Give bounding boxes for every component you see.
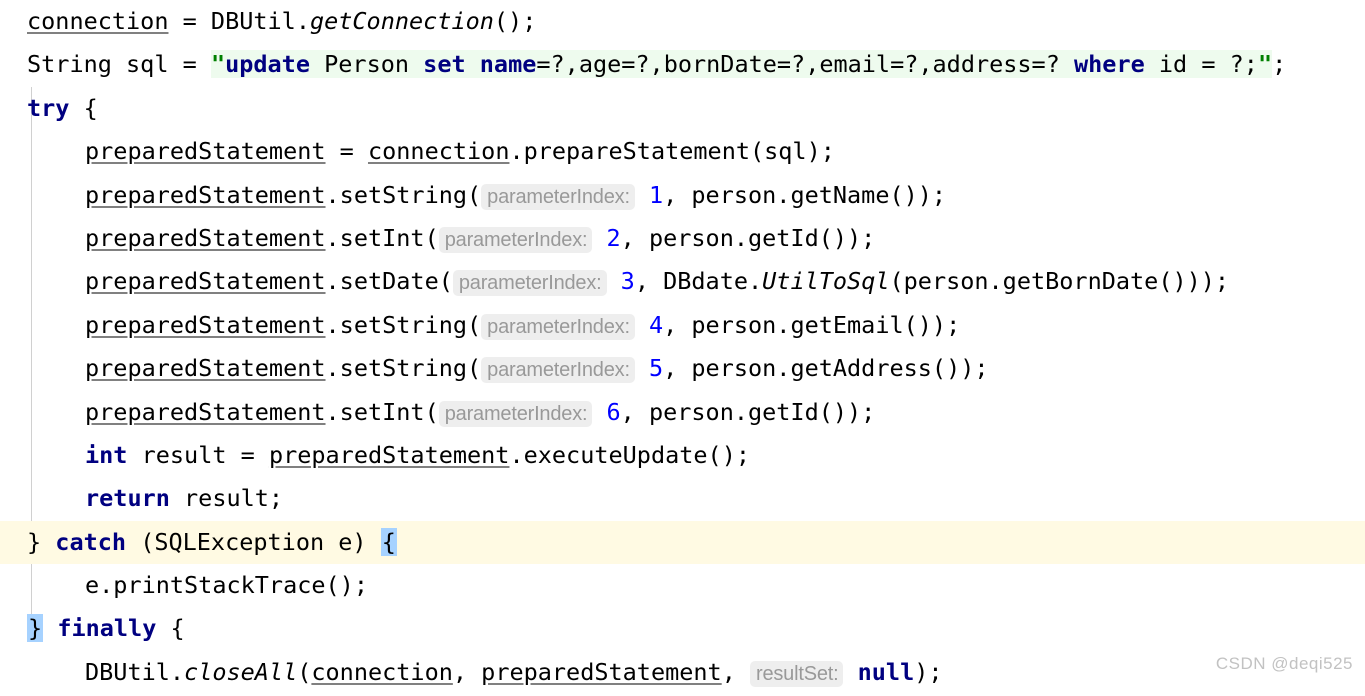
field-reference: preparedStatement <box>85 137 326 166</box>
parameter-name-hint[interactable]: parameterIndex: <box>481 183 635 210</box>
code-text: = <box>325 137 368 166</box>
sql-text: =?,age=?,bornDate=?,email=?,address=? <box>536 50 1075 79</box>
sql-text: id = ?; <box>1144 50 1258 79</box>
code-text: .setString( <box>325 354 482 383</box>
field-reference: connection <box>27 7 169 35</box>
static-method-reference: closeAll <box>184 657 298 686</box>
code-text: ( <box>297 657 312 686</box>
static-method-reference: UtilToSql <box>762 267 890 296</box>
code-text: (SQLException e) <box>126 527 381 556</box>
code-text: , <box>452 657 482 686</box>
field-reference: preparedStatement <box>85 397 326 426</box>
code-text: .setDate( <box>325 267 453 296</box>
code-line[interactable]: } catch (SQLException e) { <box>0 520 1365 565</box>
code-lines-container[interactable]: connection = DBUtil.getConnection(); Stri… <box>0 0 1365 694</box>
code-text: , person.getEmail()); <box>663 310 961 339</box>
string-quote: " <box>1257 50 1273 79</box>
field-reference: preparedStatement <box>481 657 722 686</box>
field-reference: preparedStatement <box>85 223 326 252</box>
static-method-reference: getConnection <box>309 7 494 35</box>
field-reference: connection <box>367 137 510 166</box>
code-text: .prepareStatement(sql); <box>509 137 835 166</box>
code-text: (person.getBornDate())); <box>889 267 1230 296</box>
sql-text: Person <box>309 50 424 79</box>
code-line[interactable]: preparedStatement.setString(parameterInd… <box>0 174 1365 217</box>
code-text: } <box>27 527 56 556</box>
code-text: ); <box>914 657 943 686</box>
numeric-literal: 3 <box>606 267 635 296</box>
code-text: result; <box>169 484 284 513</box>
java-keyword: catch <box>55 527 127 556</box>
field-reference: preparedStatement <box>85 267 326 296</box>
parameter-name-hint[interactable]: parameterIndex: <box>481 313 635 340</box>
code-line[interactable]: preparedStatement = connection.prepareSt… <box>0 130 1365 173</box>
code-line[interactable]: preparedStatement.setInt(parameterIndex:… <box>0 391 1365 434</box>
parameter-name-hint[interactable]: parameterIndex: <box>452 270 607 297</box>
code-line[interactable]: int result = preparedStatement.executeUp… <box>0 434 1365 477</box>
matching-brace-highlight: } <box>27 614 44 643</box>
code-line[interactable]: preparedStatement.setDate(parameterIndex… <box>0 260 1365 303</box>
sql-keyword: where <box>1074 50 1145 79</box>
code-line[interactable]: return result; <box>0 477 1365 520</box>
code-line[interactable]: DBUtil.closeAll(connection, preparedStat… <box>0 651 1365 694</box>
code-text: = DBUtil. <box>168 7 310 35</box>
java-keyword: null <box>843 657 915 686</box>
code-editor-viewport[interactable]: connection = DBUtil.getConnection(); Stri… <box>0 0 1365 687</box>
string-quote: " <box>210 50 226 79</box>
code-text: .setString( <box>325 180 482 209</box>
sql-keyword: update <box>225 50 310 79</box>
code-text: String sql = <box>27 50 211 79</box>
code-text: .executeUpdate(); <box>509 440 750 469</box>
code-line[interactable]: e.printStackTrace(); <box>0 564 1365 607</box>
code-line[interactable]: preparedStatement.setInt(parameterIndex:… <box>0 217 1365 260</box>
field-reference: connection <box>311 657 453 686</box>
numeric-literal: 6 <box>592 397 621 426</box>
code-text: { <box>69 93 98 122</box>
code-text: , <box>721 657 750 686</box>
code-text: e.printStackTrace(); <box>85 571 368 600</box>
field-reference: preparedStatement <box>268 440 510 469</box>
code-text: DBUtil. <box>85 657 185 686</box>
field-reference: preparedStatement <box>85 310 326 339</box>
code-line[interactable]: try { <box>0 87 1365 130</box>
code-text: (); <box>493 7 537 35</box>
code-line[interactable]: } finally { <box>0 607 1365 650</box>
java-keyword: int <box>85 440 128 469</box>
code-text: result = <box>127 440 269 469</box>
code-line[interactable]: connection = DBUtil.getConnection(); <box>0 0 1365 43</box>
matching-brace-highlight: { <box>380 527 397 556</box>
sql-keyword: name <box>479 50 537 79</box>
code-text: , person.getId()); <box>620 397 876 426</box>
code-text: , person.getId()); <box>620 223 876 252</box>
parameter-name-hint[interactable]: parameterIndex: <box>438 226 593 253</box>
parameter-name-hint[interactable]: parameterIndex: <box>438 400 593 427</box>
field-reference: preparedStatement <box>85 180 326 209</box>
parameter-name-hint[interactable]: parameterIndex: <box>481 357 635 384</box>
parameter-name-hint[interactable]: resultSet: <box>750 660 844 687</box>
numeric-literal: 1 <box>634 180 664 209</box>
numeric-literal: 5 <box>634 354 664 383</box>
code-text: , DBdate. <box>634 267 763 296</box>
numeric-literal: 4 <box>634 310 664 339</box>
code-text: { <box>156 614 185 643</box>
java-keyword: finally <box>57 614 157 643</box>
code-text: , person.getName()); <box>663 180 947 209</box>
code-text: .setString( <box>325 310 482 339</box>
csdn-watermark: CSDN @deqi525 <box>1215 654 1353 673</box>
sql-keyword: set <box>423 50 466 79</box>
java-keyword: return <box>85 484 170 513</box>
code-text: ; <box>1272 50 1287 79</box>
numeric-literal: 2 <box>592 223 621 252</box>
java-keyword: try <box>27 93 70 122</box>
code-text: .setInt( <box>325 223 439 252</box>
injected-sql-string: "update Person set name=?,age=?,bornDate… <box>210 50 1273 79</box>
code-text: .setInt( <box>325 397 439 426</box>
code-line[interactable]: preparedStatement.setString(parameterInd… <box>0 304 1365 347</box>
code-line[interactable]: String sql = "update Person set name=?,a… <box>0 43 1365 86</box>
field-reference: preparedStatement <box>85 354 326 383</box>
code-text: , person.getAddress()); <box>663 354 989 383</box>
code-line[interactable]: preparedStatement.setString(parameterInd… <box>0 347 1365 390</box>
